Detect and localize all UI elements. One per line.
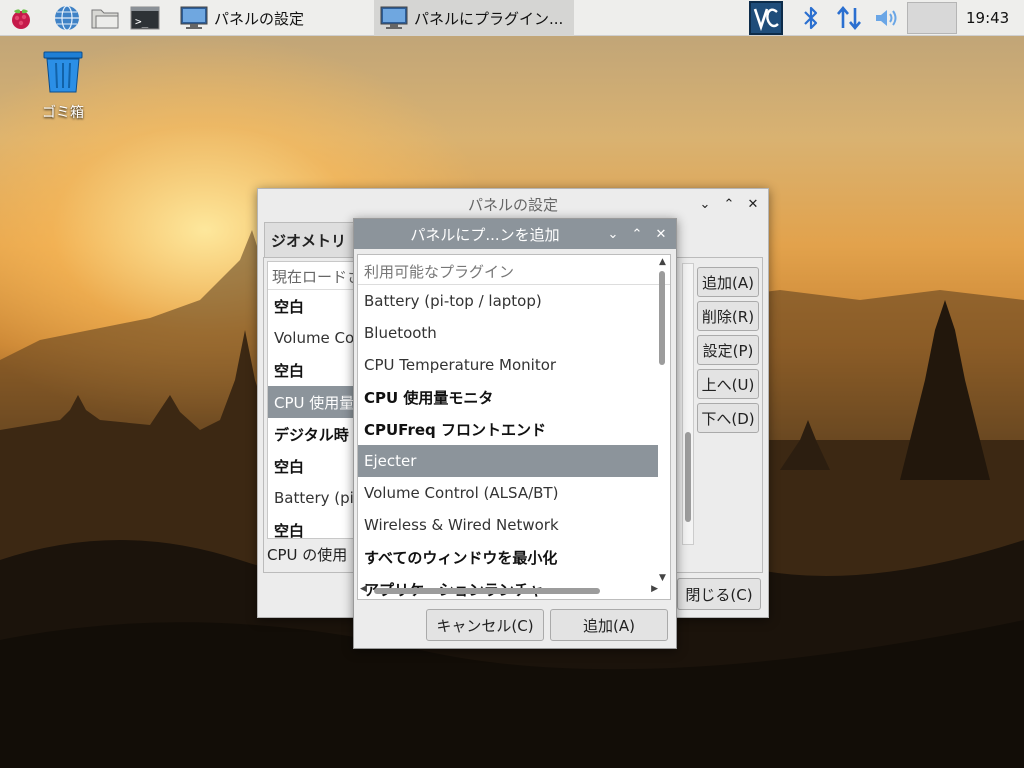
dialog-title: パネルにプ...ンを追加 [410, 225, 560, 244]
list-item[interactable]: 空白 [268, 450, 362, 482]
cpu-monitor-graph [907, 2, 957, 34]
list-header: 利用可能なプラグイン [358, 255, 670, 285]
vnc-icon [753, 8, 779, 32]
monitor-icon [180, 6, 208, 29]
bluetooth-tray-button[interactable] [796, 3, 826, 33]
tab-geometry[interactable]: ジオメトリ [264, 222, 356, 258]
task-label: パネルにプラグイン... [414, 9, 564, 28]
taskbar: >_ パネルの設定 パネルにプラグイン... 19:43 [0, 0, 1024, 36]
list-item[interactable]: Volume Control (ALSA/BT) [358, 477, 658, 509]
list-item[interactable]: 空白 [268, 354, 362, 386]
bluetooth-icon [804, 6, 818, 30]
add-button[interactable]: 追加(A) [550, 609, 668, 641]
add-plugin-dialog: パネルにプ...ンを追加 ⌄ ⌃ ✕ 利用可能なプラグイン Battery (p… [353, 218, 677, 649]
scroll-down-icon[interactable]: ▼ [657, 573, 668, 583]
scroll-up-icon[interactable]: ▲ [657, 257, 668, 267]
scrollbar-thumb[interactable] [659, 271, 665, 365]
task-panel-settings[interactable]: パネルの設定 [174, 0, 374, 36]
scroll-right-icon[interactable]: ▶ [651, 584, 658, 594]
window-titlebar[interactable]: パネルの設定 [258, 189, 768, 219]
close-icon[interactable]: ✕ [652, 225, 670, 243]
volume-icon [876, 10, 897, 26]
move-up-button[interactable]: 上へ(U) [697, 369, 759, 399]
list-item[interactable]: Bluetooth [358, 317, 658, 349]
list-item[interactable]: 空白 [268, 290, 362, 322]
window-controls: ⌄ ⌃ ✕ [696, 195, 762, 213]
add-button[interactable]: 追加(A) [697, 267, 759, 297]
dialog-controls: ⌄ ⌃ ✕ [604, 225, 670, 243]
list-scrollbar[interactable] [682, 263, 694, 545]
list-item[interactable]: Ejecter [358, 445, 658, 477]
move-down-button[interactable]: 下へ(D) [697, 403, 759, 433]
list-item[interactable]: CPUFreq フロントエンド [358, 413, 658, 445]
svg-text:>_: >_ [135, 15, 149, 28]
vnc-tray-button[interactable] [749, 1, 783, 35]
trash-desktop-icon[interactable]: ゴミ箱 [36, 50, 90, 122]
scrollbar-thumb[interactable] [685, 432, 691, 522]
horizontal-scrollbar[interactable]: ◀ ▶ [360, 584, 658, 597]
cancel-button[interactable]: キャンセル(C) [426, 609, 544, 641]
terminal-button[interactable]: >_ [130, 3, 160, 33]
scroll-left-icon[interactable]: ◀ [360, 584, 367, 594]
trash-label: ゴミ箱 [42, 105, 84, 121]
folder-icon [91, 9, 119, 29]
list-item[interactable]: Battery (pi-top / laptop) [358, 285, 658, 317]
list-item[interactable]: CPU 使用量 [268, 386, 362, 418]
list-item[interactable]: CPU Temperature Monitor [358, 349, 658, 381]
close-button[interactable]: 閉じる(C) [677, 578, 761, 610]
plugin-action-buttons: 追加(A) 削除(R) 設定(P) 上へ(U) 下へ(D) [697, 267, 759, 433]
network-tray-button[interactable] [834, 3, 864, 33]
preferences-button[interactable]: 設定(P) [697, 335, 759, 365]
task-label: パネルの設定 [214, 9, 305, 28]
close-icon[interactable]: ✕ [744, 195, 762, 213]
monitor-icon [380, 6, 408, 29]
scrollbar-thumb[interactable] [374, 588, 600, 594]
minimize-icon[interactable]: ⌄ [696, 195, 714, 213]
raspberry-icon [12, 9, 30, 29]
list-item[interactable]: 空白 [268, 514, 362, 539]
minimize-icon[interactable]: ⌄ [604, 225, 622, 243]
terminal-icon: >_ [130, 6, 160, 30]
trash-icon [43, 51, 83, 93]
network-arrows-icon [837, 5, 861, 31]
list-item[interactable]: すべてのウィンドウを最小化 [358, 541, 658, 573]
list-header: 現在ロードさ [268, 262, 362, 290]
browser-button[interactable] [52, 3, 82, 33]
list-item[interactable]: デジタル時 [268, 418, 362, 450]
task-add-plugin[interactable]: パネルにプラグイン... [374, 0, 574, 36]
maximize-icon[interactable]: ⌃ [628, 225, 646, 243]
list-item[interactable]: CPU 使用量モニタ [358, 381, 658, 413]
plugin-description: CPU の使用 [267, 546, 348, 564]
remove-button[interactable]: 削除(R) [697, 301, 759, 331]
list-item[interactable]: Volume Cor [268, 322, 362, 354]
file-manager-button[interactable] [90, 3, 120, 33]
volume-tray-button[interactable] [872, 3, 902, 33]
maximize-icon[interactable]: ⌃ [720, 195, 738, 213]
vertical-scrollbar[interactable]: ▲ ▼ [657, 257, 668, 583]
window-title: パネルの設定 [467, 195, 558, 214]
list-item[interactable]: Wireless & Wired Network [358, 509, 658, 541]
raspberry-menu-button[interactable] [6, 3, 36, 33]
available-plugins-list[interactable]: 利用可能なプラグイン Battery (pi-top / laptop) Blue… [357, 254, 671, 600]
list-item[interactable]: Battery (pi-t [268, 482, 362, 514]
globe-icon [55, 5, 79, 31]
loaded-plugins-list[interactable]: 現在ロードさ 空白 Volume Cor 空白 CPU 使用量 デジタル時 空白 Batte… [267, 261, 363, 539]
clock[interactable]: 19:43 [966, 9, 1009, 27]
